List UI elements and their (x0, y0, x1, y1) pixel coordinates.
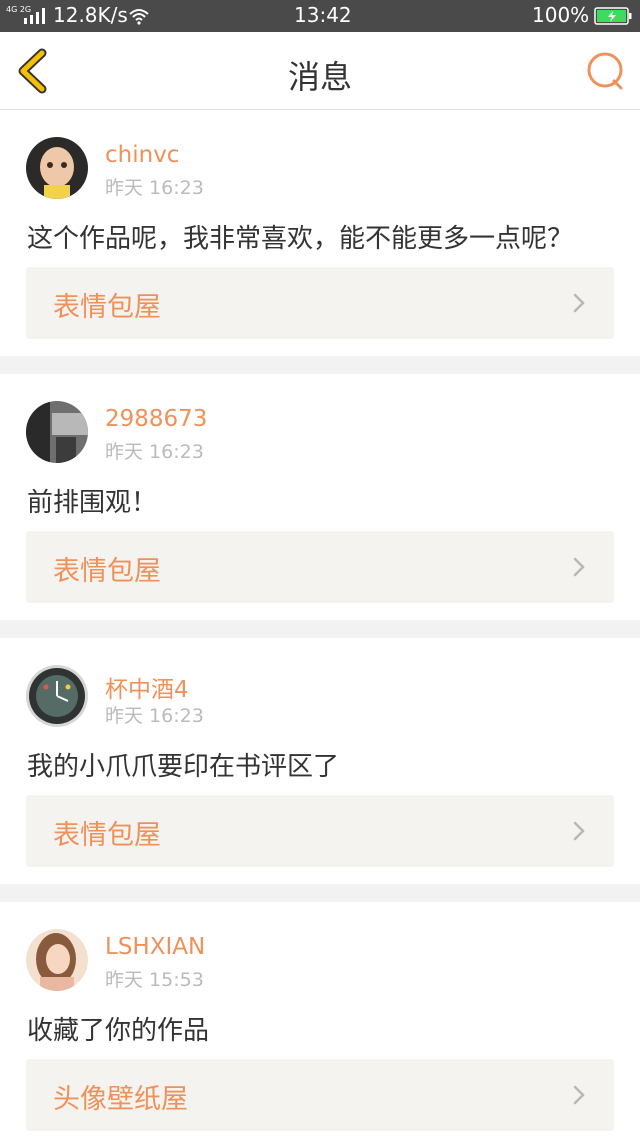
avatar[interactable] (26, 137, 88, 199)
avatar[interactable] (26, 665, 88, 727)
work-link[interactable]: 表情包屋 (26, 531, 614, 603)
work-link-label: 表情包屋 (53, 556, 161, 587)
username[interactable]: 2988673 (105, 406, 207, 432)
page-title: 消息 (287, 58, 352, 96)
nav-bar: 消息 (0, 32, 640, 110)
chevron-right-icon (573, 821, 585, 841)
wifi-icon (129, 9, 149, 25)
message-text: 前排围观！ (27, 488, 158, 518)
avatar[interactable] (26, 929, 88, 991)
message-time: 昨天 16:23 (105, 705, 204, 727)
search-icon[interactable] (584, 50, 626, 92)
avatar[interactable] (26, 401, 88, 463)
message-time: 昨天 15:53 (105, 969, 204, 991)
username[interactable]: chinvc (105, 142, 179, 168)
message-card: 2988673 昨天 16:23 前排围观！ 表情包屋 (0, 374, 640, 620)
work-link-label: 表情包屋 (53, 820, 161, 851)
work-link[interactable]: 表情包屋 (26, 795, 614, 867)
chevron-right-icon (573, 1085, 585, 1105)
username[interactable]: LSHXIAN (105, 934, 205, 960)
battery-charging-icon (594, 7, 632, 25)
message-time: 昨天 16:23 (105, 177, 204, 199)
clock: 13:42 (294, 3, 352, 27)
signal-icon (24, 8, 45, 24)
network-speed: 12.8K/s (53, 3, 128, 27)
battery-percent: 100% (532, 3, 590, 27)
message-card: 杯中酒4 昨天 16:23 我的小爪爪要印在书评区了 表情包屋 (0, 638, 640, 884)
message-text: 收藏了你的作品 (27, 1016, 210, 1046)
message-card: LSHXIAN 昨天 15:53 收藏了你的作品 头像壁纸屋 (0, 902, 640, 1138)
work-link-label: 表情包屋 (53, 292, 161, 323)
work-link[interactable]: 头像壁纸屋 (26, 1059, 614, 1131)
work-link[interactable]: 表情包屋 (26, 267, 614, 339)
chevron-right-icon (573, 293, 585, 313)
chevron-right-icon (573, 557, 585, 577)
message-text: 这个作品呢，我非常喜欢，能不能更多一点呢？ (27, 224, 574, 254)
work-link-label: 头像壁纸屋 (53, 1084, 188, 1115)
status-bar: 4G 2G 12.8K/s 13:42 100% (0, 0, 640, 32)
message-text: 我的小爪爪要印在书评区了 (27, 752, 340, 782)
message-time: 昨天 16:23 (105, 441, 204, 463)
message-card: chinvc 昨天 16:23 这个作品呢，我非常喜欢，能不能更多一点呢？ 表情… (0, 110, 640, 356)
username[interactable]: 杯中酒4 (105, 670, 189, 704)
